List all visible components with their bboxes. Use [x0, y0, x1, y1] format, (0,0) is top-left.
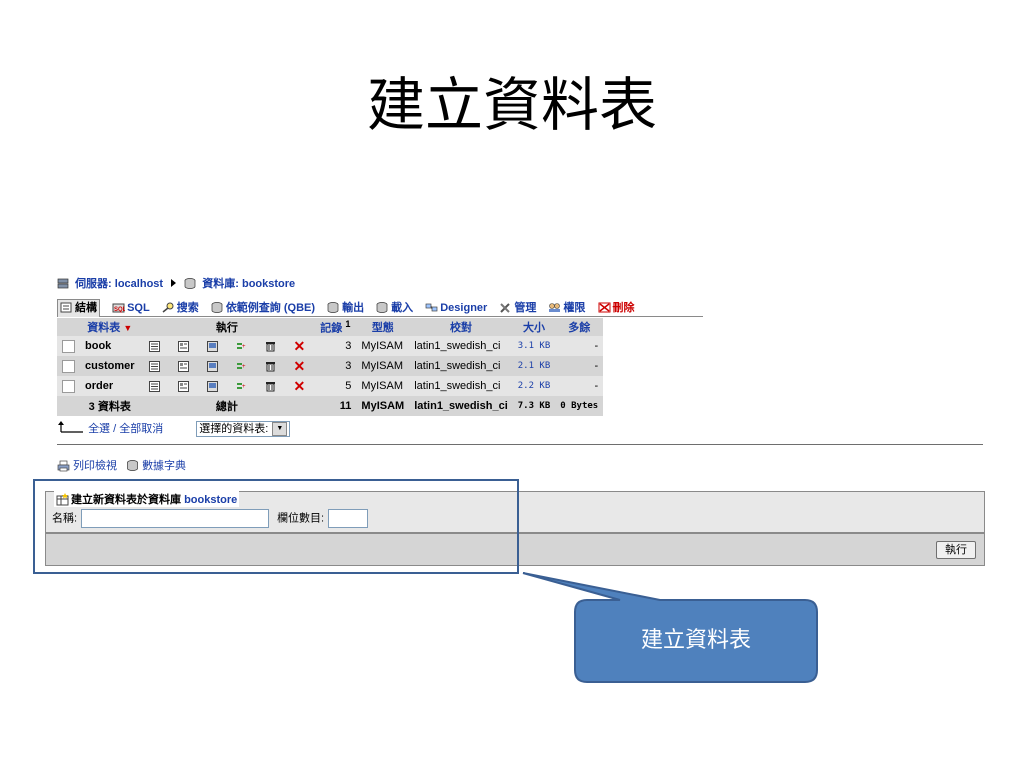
callout-text: 建立資料表: [640, 628, 751, 653]
callout-shape: [522, 572, 818, 683]
